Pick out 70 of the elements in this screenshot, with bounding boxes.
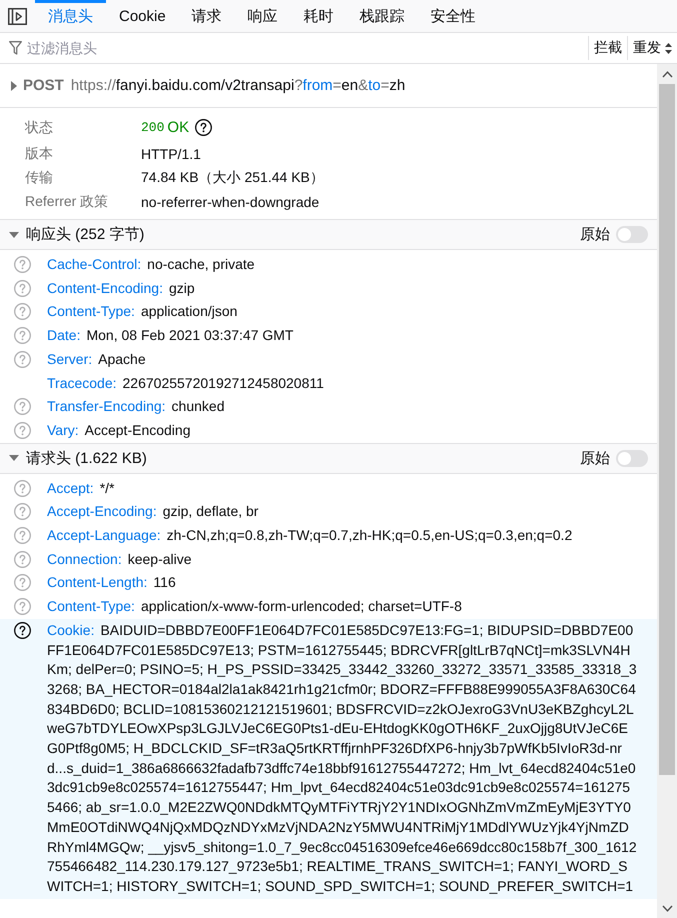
disclosure-icon[interactable]	[11, 80, 17, 90]
header-entry: Transfer-Encoding: chunked	[47, 397, 226, 416]
header-row[interactable]: Tracecode: 22670255720192712458020811	[0, 372, 657, 396]
scrollbar[interactable]	[657, 64, 677, 918]
header-entry: Accept-Encoding: gzip, deflate, br	[47, 502, 260, 522]
disclosure-icon[interactable]	[9, 232, 19, 238]
header-row[interactable]: Vary: Accept-Encoding	[0, 418, 657, 443]
help-icon[interactable]	[195, 119, 212, 136]
header-row[interactable]: Content-Length: 116	[0, 571, 657, 596]
toolbar-button[interactable]: 拦截	[588, 36, 627, 60]
sidebar-toggle-icon[interactable]	[8, 8, 27, 24]
section-header[interactable]: 请求头 (1.622 KB) 原始	[0, 442, 657, 474]
header-entry: Date: Mon, 08 Feb 2021 03:37:47 GMT	[47, 326, 294, 346]
header-row[interactable]: Content-Encoding: gzip	[0, 276, 657, 300]
header-entry: Content-Encoding: gzip	[47, 278, 196, 298]
tab[interactable]: 消息头	[35, 0, 106, 32]
summary-label: 传输	[25, 169, 54, 187]
filter-input[interactable]: 过滤消息头	[27, 33, 588, 63]
status-code: 200	[141, 120, 164, 135]
section-title: 响应头 (252 字节)	[26, 225, 146, 244]
header-row[interactable]: Cache-Control: no-cache, private	[0, 253, 657, 277]
header-row[interactable]: Content-Type: application/json	[0, 300, 657, 324]
header-entry: Content-Type: application/x-www-form-urlencoded; charset=UTF-8	[47, 597, 463, 616]
dropdown-caret-icon	[665, 42, 672, 54]
header-entry: Server: Apache	[47, 350, 147, 369]
header-entry: Connection: keep-alive	[47, 550, 193, 569]
request-url: https://fanyi.baidu.com/v2transapi?from=en&to=zh	[70, 77, 406, 94]
summary-label: Referrer 政策	[25, 193, 110, 211]
tab[interactable]: 安全性	[418, 0, 489, 32]
summary-value: 74.84 KB（大小 251.44 KB）	[141, 169, 324, 187]
header-row[interactable]: Accept: */*	[0, 476, 657, 500]
header-entry: Content-Length: 116	[47, 573, 177, 592]
tab[interactable]: 请求	[178, 0, 235, 32]
header-entry: Vary: Accept-Encoding	[47, 420, 192, 440]
raw-toggle[interactable]	[616, 450, 648, 467]
raw-toggle[interactable]	[616, 226, 648, 243]
raw-label: 原始	[580, 225, 610, 244]
header-entry: Content-Type: application/json	[47, 302, 238, 322]
header-row[interactable]: Content-Type: application/x-www-form-urlencoded; charset=UTF-8	[0, 595, 657, 619]
status-text: OK	[167, 119, 190, 136]
scroll-up-icon[interactable]	[662, 70, 672, 78]
tab[interactable]: Cookie	[106, 0, 179, 32]
toolbar-button[interactable]: 重发	[627, 36, 677, 60]
raw-label: 原始	[580, 448, 610, 468]
header-row[interactable]: Server: Apache	[0, 348, 657, 372]
header-entry: Cache-Control: no-cache, private	[47, 255, 256, 274]
section-title: 请求头 (1.622 KB)	[26, 448, 148, 468]
help-icon[interactable]	[14, 622, 31, 639]
tab[interactable]: 响应	[234, 0, 291, 32]
header-entry: Tracecode: 22670255720192712458020811	[47, 374, 325, 393]
header-row[interactable]: Transfer-Encoding: chunked	[0, 395, 657, 419]
scroll-down-icon[interactable]	[662, 904, 672, 912]
summary-label: 状态	[25, 118, 54, 136]
header-row[interactable]: Connection: keep-alive	[0, 548, 657, 572]
scrollbar-thumb[interactable]	[659, 84, 675, 775]
summary-value: no-referrer-when-downgrade	[141, 194, 320, 210]
header-entry: Cookie: BAIDUID=DBBD7E00FF1E064D7FC01E585DC97E13:FG=1; BIDUPSID=DBBD7E00FF1E064D7FC01E585DC97E13; PSTM=1612755445; BDRCVFR[gltLrB7qNCt]=mk3SLVN4HKm; delPer=0; PSINO=5; H_PS_PSSID=33425_33442_33260_33272_33571_33585_33318_33268; BA_HECTOR=0184al2la1ak8421rh1g21cfm0r; BDORZ=FFFB88E999055A3F8A630C64834BD6D0; BCLID=10815360212121519601; BDSFRCVID=z2kOJexroG3VnU3eKBZghcyL2LweG7bTDYLEOwXPsp3LGJLVJeC6EG0Pts1-dEu-EHtdogKK0gOTH6KF_2uxOjjg8UtVJeC6EG0Ptf8g0M5; H_BDCLCKID_SF=tR3aQ5rtKRTffjrnhPF326DfXP6-hnjy3b7pWfKb5IvIoR3d-nrd...s_duid=1_386a6866632fadafb73dffc74e18bbf91612755447272; Hm_lvt_64ecd82404c51e03dc91cb9e8c025574=1612755447; Hm_lpvt_64ecd82404c51e03dc91cb9e8c025574=1612755466; ab_sr=1.0.0_M2E2ZWQ0NDdkMTQyMTFiYTRjY2Y1NDIxOGNhZmVmZmEyMjE3YTY0MmE0OTdiNWQ4NjQxMDQzNDYxMzVjNDA2NzY5MWU4NTRiMjY1MDdlYWUzYjk4YjNmZDRhYml4MGQw; __yjsv5_shitong=1.0_7_9ec8cc04516309efce46e669dcc80c158b7f_300_1612755466482_114.230.179.127_9723e5b1; REALTIME_TRANS_SWITCH=1; FANYI_WORD_SWITCH=1; HISTORY_SWITCH=1; SOUND_SPD_SWITCH=1; SOUND_PREFER_SWITCH=1	[47, 620, 637, 896]
section-header[interactable]: 响应头 (252 字节) 原始	[0, 219, 657, 250]
header-row[interactable]: Date: Mon, 08 Feb 2021 03:37:47 GMT	[0, 324, 657, 348]
request-method: POST	[23, 77, 64, 94]
header-entry: Accept-Language: zh-CN,zh;q=0.8,zh-TW;q=0.7,zh-HK;q=0.5,en-US;q=0.3,en;q=0.2	[47, 526, 574, 546]
disclosure-icon[interactable]	[9, 455, 19, 462]
filter-icon	[9, 41, 22, 55]
tab[interactable]: 栈跟踪	[346, 0, 418, 32]
header-row[interactable]: Accept-Language: zh-CN,zh;q=0.8,zh-TW;q=0.7,zh-HK;q=0.5,en-US;q=0.3,en;q=0.2	[0, 524, 657, 548]
header-entry: Accept: */*	[47, 478, 116, 498]
summary-value: HTTP/1.1	[141, 146, 201, 162]
header-row[interactable]: Accept-Encoding: gzip, deflate, br	[0, 500, 657, 524]
tab[interactable]: 耗时	[290, 0, 347, 32]
summary-label: 版本	[25, 145, 54, 163]
